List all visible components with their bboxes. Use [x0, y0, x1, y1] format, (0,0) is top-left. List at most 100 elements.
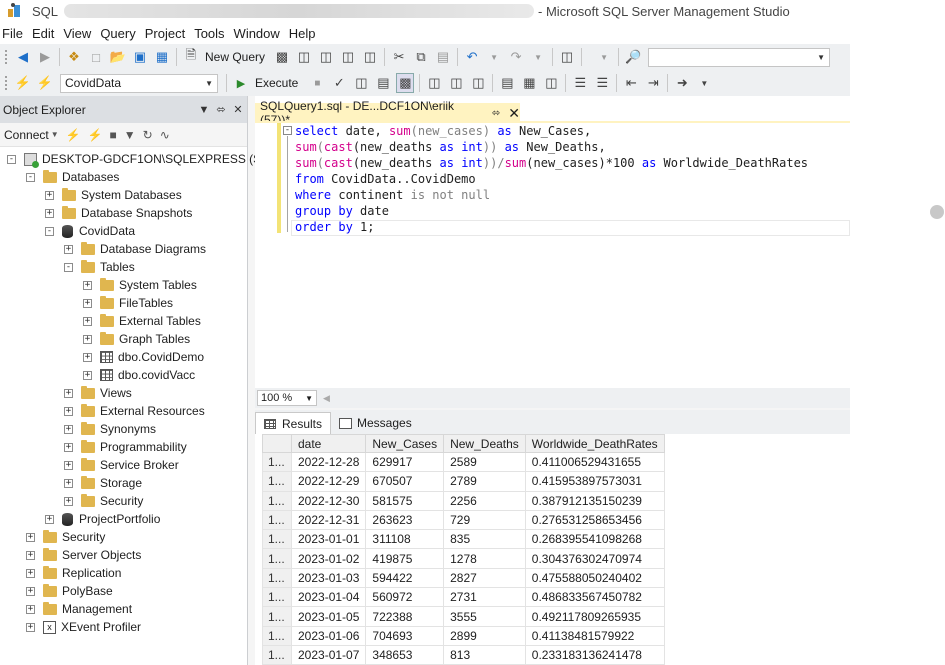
tree-node-covidvacc[interactable]: + dbo.covidVacc	[83, 366, 195, 384]
tab-sqlquery1[interactable]: SQLQuery1.sql - DE...DCF1ON\eriik (57))*…	[255, 99, 520, 127]
row-number-cell[interactable]: 1...	[262, 509, 292, 531]
table-cell[interactable]: 581575	[365, 490, 445, 511]
table-row[interactable]: 1... 2023-01-07 348653 813 0.233183136241478	[262, 644, 665, 665]
tree-node-service-broker[interactable]: + Service Broker	[64, 456, 179, 474]
mdx-icon[interactable]: ◫	[295, 47, 313, 67]
results-to-file-icon[interactable]: ◫	[542, 73, 560, 93]
tree-node-xevent-profiler[interactable]: + x XEvent Profiler	[26, 618, 141, 636]
column-header[interactable]: New_Deaths	[443, 434, 526, 453]
pin-icon[interactable]: ⬄	[492, 108, 500, 119]
zoom-combo[interactable]: 100 % ▼	[257, 390, 317, 406]
table-cell[interactable]: 2023-01-05	[290, 606, 367, 627]
table-cell[interactable]: 2022-12-29	[290, 471, 367, 492]
increase-indent-icon[interactable]: ⇥	[644, 73, 662, 93]
table-cell[interactable]: 835	[443, 529, 526, 550]
cut-icon[interactable]: ✂	[390, 47, 408, 67]
menu-tools[interactable]: Tools	[194, 26, 233, 41]
close-icon[interactable]: ✕	[508, 105, 520, 122]
tree-node-database-diagrams[interactable]: + Database Diagrams	[64, 240, 206, 258]
expand-icon[interactable]: +	[83, 370, 92, 380]
table-cell[interactable]: 2023-01-01	[290, 529, 367, 550]
row-number-cell[interactable]: 1...	[262, 451, 292, 473]
tree-node-security[interactable]: + Security	[26, 528, 105, 546]
results-to-grid-icon[interactable]: ▦	[520, 73, 538, 93]
expand-icon[interactable]: +	[64, 478, 73, 488]
table-cell[interactable]: 629917	[365, 451, 445, 473]
table-cell[interactable]: 722388	[365, 606, 445, 627]
table-cell[interactable]: 0.486833567450782	[524, 587, 665, 608]
collapse-icon[interactable]: -	[45, 226, 54, 236]
expand-icon[interactable]: +	[83, 352, 92, 362]
xmla-icon[interactable]: ◫	[339, 47, 357, 67]
tree-node-filetables[interactable]: + FileTables	[83, 294, 173, 312]
connect-icon[interactable]: ⚡	[66, 128, 81, 142]
tree-node-system-databases[interactable]: + System Databases	[45, 186, 182, 204]
tree-node-views[interactable]: + Views	[64, 384, 132, 402]
tree-node-coviddemo[interactable]: + dbo.CovidDemo	[83, 348, 204, 366]
menu-file[interactable]: File	[2, 26, 32, 41]
table-cell[interactable]: 1278	[443, 548, 526, 569]
tree-node-databases[interactable]: - Databases	[26, 168, 119, 186]
query-designer-icon[interactable]: ▤	[374, 73, 392, 93]
row-number-cell[interactable]: 1...	[262, 606, 292, 627]
tree-node-storage[interactable]: + Storage	[64, 474, 142, 492]
table-cell[interactable]: 2022-12-31	[290, 509, 367, 531]
new-query-button[interactable]: New Query	[205, 50, 265, 64]
table-row[interactable]: 1... 2022-12-29 670507 2789 0.41595389757303…	[262, 471, 665, 492]
tree-node-projectportfolio[interactable]: + ProjectPortfolio	[45, 510, 160, 528]
expand-icon[interactable]: +	[83, 316, 92, 326]
table-cell[interactable]: 2023-01-04	[290, 587, 367, 608]
row-number-header[interactable]	[262, 434, 292, 453]
query-editor[interactable]: - select date, sum(new_cases) as New_Cas…	[255, 123, 850, 388]
table-cell[interactable]: 0.41138481579922	[524, 625, 665, 646]
sql-query-icon[interactable]: ▩	[273, 47, 291, 67]
tree-node-graph-tables[interactable]: + Graph Tables	[83, 330, 190, 348]
expand-icon[interactable]: +	[45, 208, 54, 218]
menu-query[interactable]: Query	[100, 26, 144, 41]
expand-icon[interactable]: +	[64, 424, 73, 434]
table-cell[interactable]: 560972	[365, 587, 445, 608]
tab-messages[interactable]: Messages	[331, 412, 420, 434]
connect-icon[interactable]: ⚡	[14, 73, 32, 93]
outline-collapse-icon[interactable]: -	[283, 126, 292, 135]
expand-icon[interactable]: +	[64, 244, 73, 254]
expand-icon[interactable]: +	[26, 550, 35, 560]
dax-icon[interactable]: ◫	[361, 47, 379, 67]
undo-dropdown-icon[interactable]: ▼	[485, 47, 503, 67]
expand-icon[interactable]: +	[83, 334, 92, 344]
toolbar-options-icon[interactable]: ▼	[695, 73, 713, 93]
intellisense-icon[interactable]: ▩	[396, 73, 415, 93]
table-cell[interactable]: 2022-12-28	[290, 451, 367, 473]
live-stats-icon[interactable]: ◫	[447, 73, 465, 93]
refresh-icon[interactable]: ↻	[143, 128, 153, 142]
table-row[interactable]: 1... 2023-01-02 419875 1278 0.30437630247097…	[262, 548, 665, 569]
cancel-query-icon[interactable]: ■	[308, 73, 326, 93]
scroll-left-icon[interactable]: ◀	[323, 393, 330, 404]
expand-icon[interactable]: +	[45, 190, 54, 200]
table-cell[interactable]: 813	[443, 644, 526, 665]
row-number-cell[interactable]: 1...	[262, 644, 292, 665]
undo-icon[interactable]: ↶	[463, 47, 481, 67]
uncomment-icon[interactable]: ☰	[593, 73, 611, 93]
paste-icon[interactable]: ▤	[434, 47, 452, 67]
table-row[interactable]: 1... 2023-01-06 704693 2899 0.41138481579922	[262, 625, 665, 646]
connect-button[interactable]: Connect	[4, 128, 49, 142]
column-header[interactable]: Worldwide_DeathRates	[524, 434, 665, 453]
menu-window[interactable]: Window	[234, 26, 289, 41]
save-all-icon[interactable]: ▦	[153, 47, 171, 67]
table-cell[interactable]: 419875	[365, 548, 445, 569]
table-cell[interactable]: 594422	[365, 567, 445, 589]
toolbar-grip[interactable]	[4, 75, 8, 91]
solution-config-dropdown-icon[interactable]: ▼	[595, 47, 613, 67]
table-cell[interactable]: 0.415953897573031	[524, 471, 665, 492]
chevron-down-icon[interactable]: ▼	[51, 130, 59, 139]
table-cell[interactable]: 0.492117809265935	[524, 606, 665, 627]
display-plan-icon[interactable]: ◫	[352, 73, 370, 93]
table-cell[interactable]: 2589	[443, 451, 526, 473]
row-number-cell[interactable]: 1...	[262, 625, 292, 646]
table-cell[interactable]: 2023-01-03	[290, 567, 367, 589]
expand-icon[interactable]: +	[64, 496, 73, 506]
table-cell[interactable]: 0.387912135150239	[524, 490, 665, 511]
new-query-icon[interactable]: 🗎	[182, 47, 200, 67]
table-row[interactable]: 1... 2022-12-31 263623 729 0.276531258653456	[262, 509, 665, 531]
